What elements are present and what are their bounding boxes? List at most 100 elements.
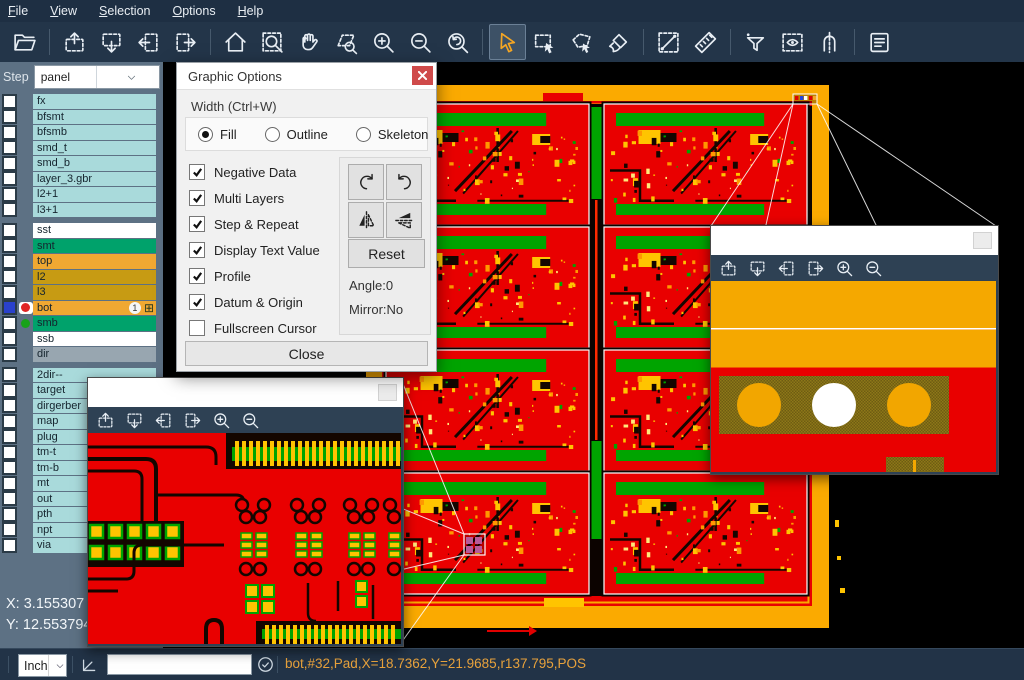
layer-grid-icon[interactable]: ⊞ xyxy=(144,302,154,314)
pan-left-icon[interactable] xyxy=(130,24,167,60)
layer-checkbox[interactable] xyxy=(2,140,17,155)
window-button[interactable] xyxy=(973,232,992,249)
reset-button[interactable]: Reset xyxy=(348,239,425,268)
angle-measure-icon[interactable] xyxy=(80,655,99,679)
zoom-out-icon[interactable] xyxy=(402,24,439,60)
pan-up-icon[interactable] xyxy=(56,24,93,60)
dialog-close-button[interactable] xyxy=(412,66,433,85)
pan-down-icon[interactable] xyxy=(121,408,147,432)
checkbox-step-repeat[interactable]: Step & Repeat xyxy=(189,211,320,237)
pan-hand-icon[interactable] xyxy=(291,24,328,60)
layer-row-ssb[interactable]: ssb xyxy=(0,332,163,347)
zoom-window-detail-view[interactable] xyxy=(88,433,401,644)
layer-checkbox[interactable] xyxy=(2,347,17,362)
layer-checkbox[interactable] xyxy=(2,331,17,346)
menu-file[interactable]: File xyxy=(8,4,28,18)
menu-help[interactable]: Help xyxy=(238,4,264,18)
pan-right-icon[interactable] xyxy=(179,408,205,432)
layer-checkbox[interactable] xyxy=(2,269,17,284)
zoom-in-icon[interactable] xyxy=(208,408,234,432)
layer-checkbox[interactable] xyxy=(2,300,17,315)
snap-icon[interactable] xyxy=(811,24,848,60)
radio-skeleton[interactable]: Skeleton xyxy=(356,127,429,142)
layer-row-l2+1[interactable]: l2+1 xyxy=(0,187,163,202)
checkbox-box[interactable] xyxy=(189,268,205,284)
menu-selection[interactable]: Selection xyxy=(99,4,150,18)
layer-label[interactable]: smb xyxy=(33,316,156,331)
layer-label[interactable]: top xyxy=(33,254,156,269)
layer-label[interactable]: l3+1 xyxy=(33,203,156,218)
layer-checkbox[interactable] xyxy=(2,109,17,124)
pan-left-icon[interactable] xyxy=(150,408,176,432)
layer-checkbox[interactable] xyxy=(2,202,17,217)
layer-row-bot[interactable]: bot1⊞ xyxy=(0,301,163,316)
checkbox-profile[interactable]: Profile xyxy=(189,263,320,289)
layer-label[interactable]: smd_t xyxy=(33,141,156,156)
command-input[interactable] xyxy=(107,654,252,675)
measure-distance-icon[interactable] xyxy=(650,24,687,60)
radio-dot[interactable] xyxy=(265,127,280,142)
layer-row-smd_b[interactable]: smd_b xyxy=(0,156,163,171)
layer-row-bfsmt[interactable]: bfsmt xyxy=(0,110,163,125)
zoom-in-icon[interactable] xyxy=(365,24,402,60)
chevron-down-icon[interactable] xyxy=(48,655,66,676)
pan-right-icon[interactable] xyxy=(167,24,204,60)
select-rect-icon[interactable] xyxy=(526,24,563,60)
layer-checkbox[interactable] xyxy=(2,476,17,491)
layer-label[interactable]: l2+1 xyxy=(33,187,156,202)
zoom-window-pads-view[interactable] xyxy=(711,281,996,472)
layer-label[interactable]: l2 xyxy=(33,270,156,285)
layer-row-l2[interactable]: l2 xyxy=(0,270,163,285)
window-button[interactable] xyxy=(378,384,397,401)
zoom-window-detail-titlebar[interactable] xyxy=(88,378,403,407)
layer-checkbox[interactable] xyxy=(2,507,17,522)
layer-label[interactable]: layer_3.gbr xyxy=(33,172,156,187)
layer-row-dir[interactable]: dir xyxy=(0,347,163,362)
zoom-out-icon[interactable] xyxy=(860,256,886,280)
layer-checkbox[interactable] xyxy=(2,367,17,382)
rotate-ccw-icon[interactable] xyxy=(386,164,422,200)
radio-dot[interactable] xyxy=(198,127,213,142)
zoom-out-icon[interactable] xyxy=(237,408,263,432)
filter-icon[interactable] xyxy=(737,24,774,60)
checkbox-datum-origin[interactable]: Datum & Origin xyxy=(189,289,320,315)
layer-row-l3+1[interactable]: l3+1 xyxy=(0,203,163,218)
layer-row-top[interactable]: top xyxy=(0,254,163,269)
layer-label[interactable]: smd_b xyxy=(33,156,156,171)
view-options-icon[interactable] xyxy=(774,24,811,60)
pan-up-icon[interactable] xyxy=(715,256,741,280)
checkbox-box[interactable] xyxy=(189,164,205,180)
layer-checkbox[interactable] xyxy=(2,187,17,202)
zoom-in-icon[interactable] xyxy=(831,256,857,280)
layer-checkbox[interactable] xyxy=(2,460,17,475)
dialog-title[interactable]: Graphic Options xyxy=(177,63,436,90)
layer-label[interactable]: bot1⊞ xyxy=(33,301,156,316)
checkbox-box[interactable] xyxy=(189,294,205,310)
layer-checkbox[interactable] xyxy=(2,316,17,331)
checkbox-display-text-value[interactable]: Display Text Value xyxy=(189,237,320,263)
clean-brush-icon[interactable] xyxy=(600,24,637,60)
zoom-window-detail[interactable] xyxy=(87,377,404,647)
layer-label[interactable]: smt xyxy=(33,239,156,254)
layer-row-bfsmb[interactable]: bfsmb xyxy=(0,125,163,140)
checkbox-fullscreen-cursor[interactable]: Fullscreen Cursor xyxy=(189,315,320,341)
apply-icon[interactable] xyxy=(256,655,275,679)
layer-checkbox[interactable] xyxy=(2,538,17,553)
home-view-icon[interactable] xyxy=(217,24,254,60)
layer-checkbox[interactable] xyxy=(2,156,17,171)
layer-checkbox[interactable] xyxy=(2,171,17,186)
layer-checkbox[interactable] xyxy=(2,254,17,269)
select-polygon-icon[interactable] xyxy=(563,24,600,60)
step-select[interactable]: panel xyxy=(34,65,160,89)
checkbox-box[interactable] xyxy=(189,242,205,258)
layer-label[interactable]: bfsmb xyxy=(33,125,156,140)
layer-label[interactable]: bfsmt xyxy=(33,110,156,125)
measure-ruler-icon[interactable] xyxy=(687,24,724,60)
layer-checkbox[interactable] xyxy=(2,445,17,460)
pan-down-icon[interactable] xyxy=(93,24,130,60)
layer-row-smb[interactable]: smb xyxy=(0,316,163,331)
rotate-cw-icon[interactable] xyxy=(348,164,384,200)
layer-row-layer_3.gbr[interactable]: layer_3.gbr xyxy=(0,172,163,187)
menu-options[interactable]: Options xyxy=(172,4,215,18)
close-button[interactable]: Close xyxy=(185,341,428,366)
